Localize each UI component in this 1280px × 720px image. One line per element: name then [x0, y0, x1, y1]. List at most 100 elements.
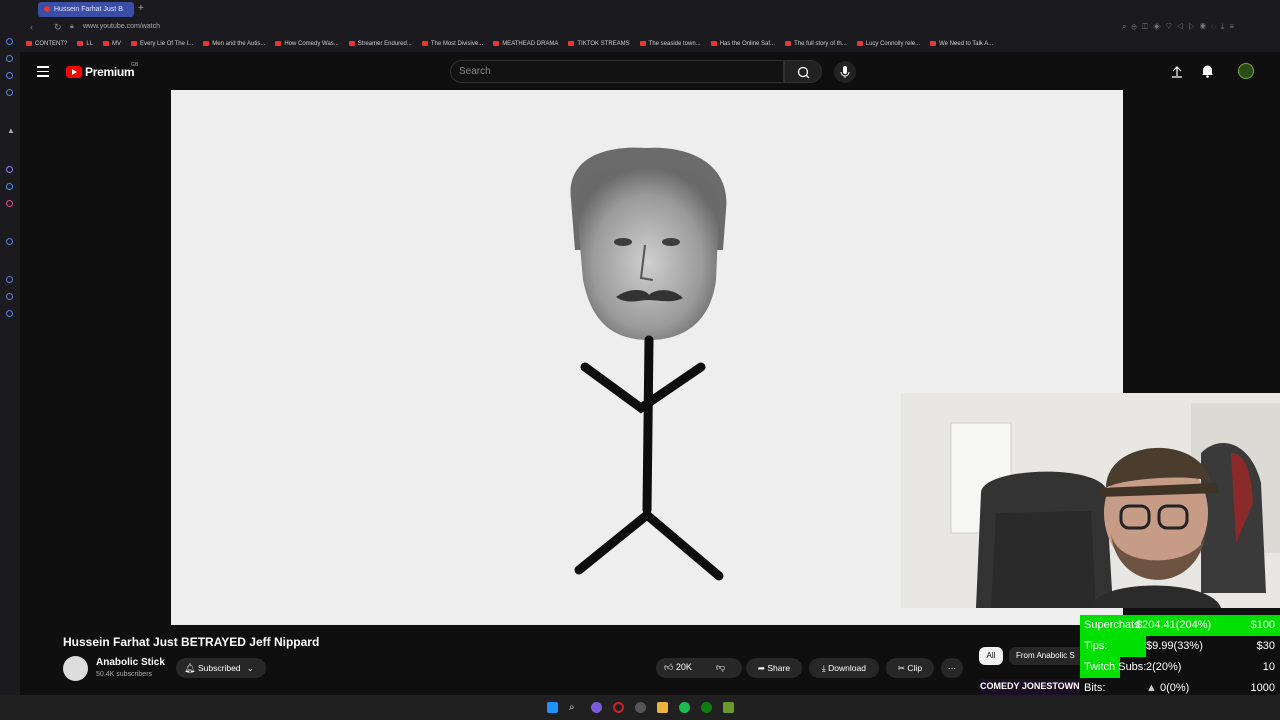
upload-icon	[1172, 66, 1182, 78]
new-tab-button[interactable]: +	[138, 3, 144, 14]
bookmark-item[interactable]: The seaside town...	[639, 41, 701, 47]
spotify-icon[interactable]	[679, 702, 690, 713]
like-count: 20K	[675, 662, 692, 672]
url-field[interactable]: www.youtube.com/watch	[83, 23, 160, 30]
sidebar-icon-2[interactable]	[6, 55, 13, 62]
bookmark-item[interactable]: MV	[103, 41, 121, 47]
bookmark-icon	[275, 41, 282, 46]
bookmark-item[interactable]: Streamer Endured...	[348, 41, 412, 47]
instagram-icon[interactable]	[6, 200, 13, 207]
youtube-tab-icon	[44, 6, 50, 13]
bookmark-label: The Most Divisive...	[430, 41, 484, 48]
lock-icon: 🔒︎	[70, 23, 74, 30]
bookmark-item[interactable]: TIKTOK STREAMS	[568, 41, 630, 48]
goal-target: $30	[1256, 640, 1275, 652]
voice-search-button[interactable]	[834, 61, 856, 83]
bookmark-item[interactable]: We Need to Talk A...	[930, 41, 993, 47]
goal-value: $9.99(33%)	[1146, 640, 1203, 652]
youtube-logo-icon[interactable]	[66, 66, 82, 78]
share-button[interactable]: ➦ Share	[746, 658, 802, 678]
download-button[interactable]: ⤓ Download	[809, 658, 879, 678]
sidebar-icon-3[interactable]	[6, 72, 13, 79]
channel-name[interactable]: Anabolic Stick	[96, 657, 165, 668]
menu-icon[interactable]	[37, 66, 49, 77]
bookmark-icon	[493, 41, 500, 46]
reload-icon[interactable]: ↻	[54, 22, 62, 33]
upload-button[interactable]	[1171, 65, 1183, 83]
sidebar-aria-icon[interactable]: ▲	[7, 126, 15, 135]
subscribed-button[interactable]: 🔔︎ Subscribed ⌄	[176, 658, 266, 678]
obs-icon[interactable]	[635, 702, 646, 713]
bookmark-item[interactable]: Lucy Connolly rele...	[856, 41, 921, 48]
discord-icon[interactable]	[591, 702, 602, 713]
goal-label: Tips:	[1084, 640, 1108, 652]
bookmark-item[interactable]: How Comedy Was...	[275, 41, 339, 47]
xbox-icon[interactable]	[701, 702, 712, 713]
bookmark-label: Every Lie Of The I...	[140, 41, 194, 48]
bell-icon	[1202, 65, 1213, 78]
bookmark-label: TIKTOK STREAMS	[577, 41, 630, 48]
bookmark-icon	[856, 41, 863, 46]
sidebar-icon-clock[interactable]	[6, 276, 13, 283]
chip-all[interactable]: All	[979, 647, 1003, 665]
account-avatar[interactable]	[1238, 63, 1254, 79]
bookmark-item[interactable]: MEATHEAD DRAMA	[493, 41, 558, 47]
bookmark-icon	[348, 41, 355, 46]
back-icon[interactable]: ‹	[30, 22, 33, 32]
search-button[interactable]	[784, 60, 822, 83]
search-input[interactable]: Search	[450, 60, 784, 83]
bookmark-icon	[131, 41, 138, 46]
sidebar-icon-settings[interactable]	[6, 293, 13, 300]
bookmark-label: We Need to Talk A...	[939, 41, 994, 48]
browser-tab-strip	[0, 0, 1280, 19]
region-code: GB	[131, 62, 139, 68]
bookmark-item[interactable]: LL	[77, 41, 93, 47]
browser-toolbar-icons[interactable]: ⌕⊕◫◈♡◁▷◉◌⤓≡	[1122, 22, 1239, 32]
goal-row: Tips: $9.99(33%) $30	[1080, 636, 1280, 657]
goal-value: 2(20%)	[1146, 661, 1182, 673]
like-button[interactable]: 👍︎ 20K	[664, 662, 692, 673]
tab-title: Hussein Farhat Just B	[54, 6, 123, 13]
bookmark-icon	[103, 41, 110, 46]
goal-value: $204.41(204%)	[1136, 619, 1212, 631]
search-icon[interactable]: ⌕	[569, 702, 580, 713]
scissors-icon: ✂	[897, 663, 908, 673]
browser-tab-active[interactable]: Hussein Farhat Just B	[38, 2, 134, 17]
facebook-icon[interactable]	[6, 183, 13, 190]
opera-icon[interactable]	[613, 702, 624, 713]
subscribed-label: Subscribed	[198, 663, 241, 673]
sidebar-icon-extra[interactable]	[6, 310, 13, 317]
channel-avatar[interactable]	[63, 656, 88, 681]
goal-label: Superchats:	[1084, 619, 1143, 631]
bookmark-item[interactable]: The full story of th...	[785, 41, 847, 47]
bookmark-item[interactable]: CONTENT?	[26, 41, 67, 47]
chevron-down-icon: ⌄	[246, 664, 254, 673]
share-label: Share	[767, 663, 791, 673]
bookmark-label: Lucy Connolly rele...	[865, 41, 921, 48]
sidebar-icon-1[interactable]	[6, 38, 13, 45]
bookmark-item[interactable]: The Most Divisive...	[421, 41, 484, 48]
goal-label: Twitch Subs:	[1084, 661, 1147, 673]
sidebar-icon-4[interactable]	[6, 89, 13, 96]
share-icon: ➦	[757, 663, 768, 673]
bookmark-item[interactable]: Has the Online Saf...	[710, 41, 775, 47]
more-actions-button[interactable]: ···	[941, 658, 963, 678]
mic-icon	[840, 66, 850, 78]
minecraft-icon[interactable]	[723, 702, 734, 713]
file-explorer-icon[interactable]	[657, 702, 668, 713]
bookmark-item[interactable]: Every Lie Of The I...	[131, 41, 193, 47]
chip-from-channel[interactable]: From Anabolic S	[1009, 647, 1085, 665]
clip-button[interactable]: ✂ Clip	[886, 658, 934, 678]
windows-start-icon[interactable]	[547, 702, 558, 713]
recommended-thumbnail[interactable]: COMEDY JONESTOWN	[980, 679, 1080, 695]
bookmark-icon	[203, 41, 210, 46]
messenger-icon[interactable]	[6, 166, 13, 173]
goal-row: Twitch Subs: 2(20%) 10	[1080, 657, 1280, 678]
goal-target: $100	[1250, 619, 1275, 631]
sidebar-icon-history[interactable]	[6, 238, 13, 245]
bookmark-item[interactable]: Men and the Autis...	[203, 41, 265, 47]
dislike-button[interactable]: 👎︎	[716, 662, 725, 673]
bookmark-label: Men and the Autis...	[212, 41, 266, 48]
notifications-button[interactable]	[1201, 64, 1214, 83]
premium-logo-text[interactable]: Premium	[85, 65, 135, 79]
